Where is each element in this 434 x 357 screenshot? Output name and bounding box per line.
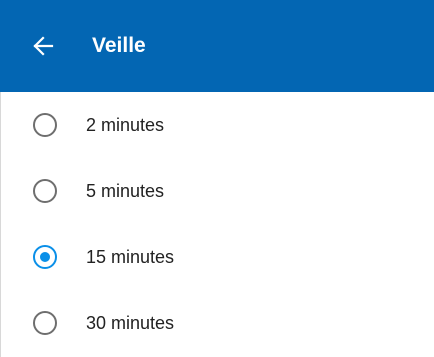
page-title: Veille — [92, 34, 146, 57]
app-bar: Veille — [0, 0, 434, 92]
option-label: 15 minutes — [86, 247, 175, 267]
radio-button[interactable] — [33, 113, 57, 137]
back-button[interactable] — [30, 33, 56, 59]
radio-button[interactable] — [33, 311, 57, 335]
option-15-minutes[interactable]: 15 minutes — [0, 224, 434, 290]
option-label: 2 minutes — [86, 115, 165, 135]
option-label: 5 minutes — [86, 181, 165, 201]
option-30-minutes[interactable]: 30 minutes — [0, 290, 434, 356]
radio-button[interactable] — [33, 245, 57, 269]
arrow-left-icon — [33, 36, 54, 56]
option-label: 30 minutes — [86, 313, 175, 333]
option-5-minutes[interactable]: 5 minutes — [0, 158, 434, 224]
sleep-settings-screen: Veille 2 minutes 5 minutes 15 minutes 30… — [0, 0, 434, 357]
option-2-minutes[interactable]: 2 minutes — [0, 92, 434, 158]
radio-button[interactable] — [33, 179, 57, 203]
